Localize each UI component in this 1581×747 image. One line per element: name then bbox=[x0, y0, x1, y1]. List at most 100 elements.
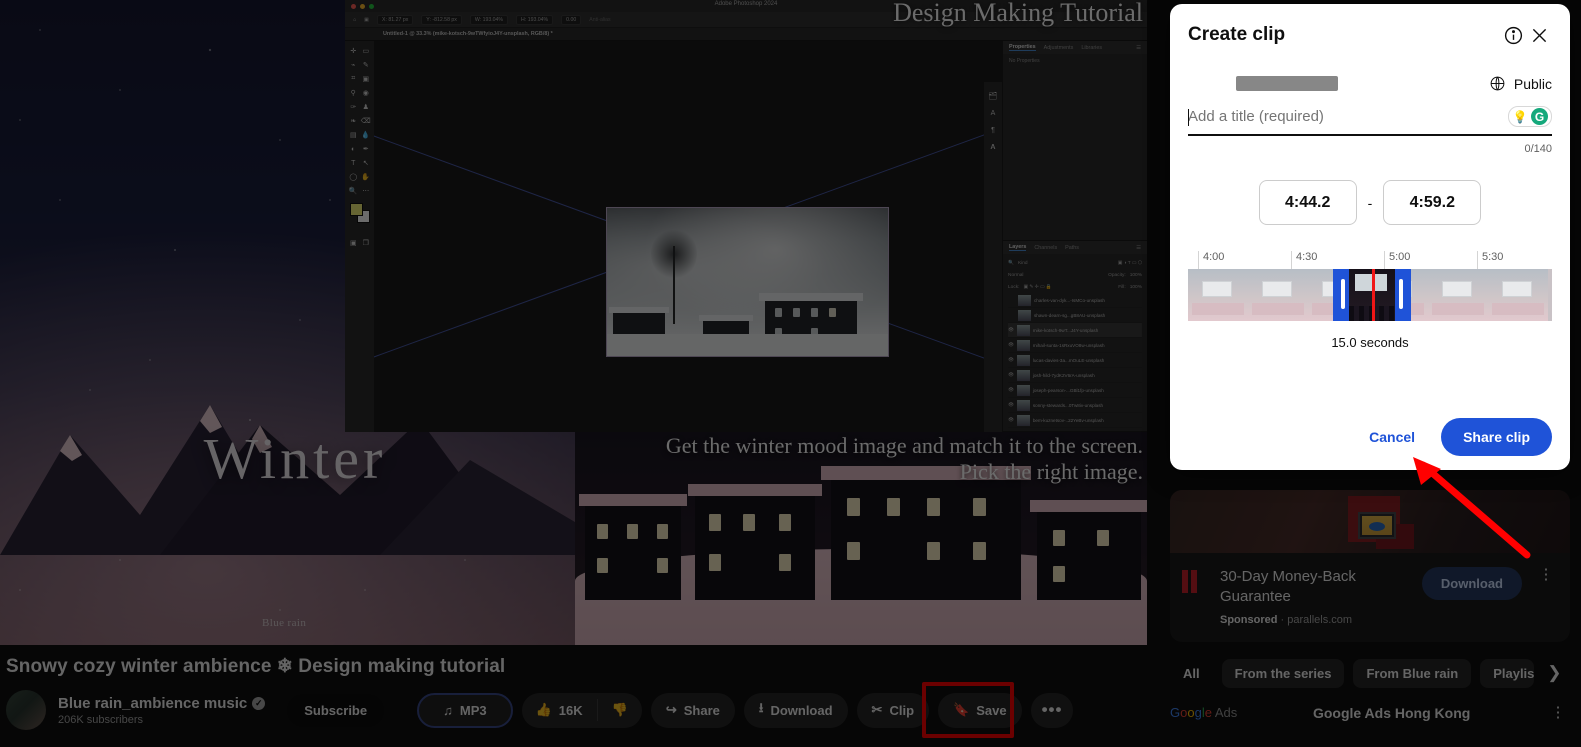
tab-paths[interactable]: Paths bbox=[1065, 245, 1079, 251]
rail-adjust-icon[interactable]: A bbox=[991, 110, 996, 117]
clip-start-time[interactable]: 4:44.2 bbox=[1258, 180, 1357, 225]
ad-thumbnail[interactable] bbox=[1170, 490, 1570, 553]
edit-toolbar-icon[interactable]: ⋯ bbox=[361, 185, 372, 197]
eye-icon[interactable]: 👁 bbox=[1008, 327, 1014, 333]
eye-icon[interactable]: 👁 bbox=[1008, 417, 1014, 423]
chip-from-the-series[interactable]: From the series bbox=[1221, 658, 1345, 688]
properties-panel[interactable]: Properties Adjustments Libraries ☰ No Pr… bbox=[1003, 41, 1147, 241]
photoshop-toolbar[interactable]: ✛ ▭ ⌁ ✎ ⌗ ▣ ⚲ ◉ ✑ ♟ ❧ ⌫ ▤ 💧 ◐ ✒ T ↖ ◯ ✋ … bbox=[345, 41, 374, 432]
tab-libraries[interactable]: Libraries bbox=[1081, 45, 1102, 51]
frame-tool-icon[interactable]: ▣ bbox=[361, 73, 372, 85]
layer-row[interactable]: 👁 mike-kotsch-9wT...J4Y-unsplash bbox=[1008, 323, 1142, 338]
chip-playlist[interactable]: Playlist bbox=[1480, 658, 1535, 688]
arrange-icon[interactable]: ▣ bbox=[364, 17, 369, 23]
download-button[interactable]: ⭳ Download bbox=[743, 692, 848, 728]
ad-download-button[interactable]: Download bbox=[1421, 567, 1522, 600]
mp3-button[interactable]: ♫ MP3 bbox=[417, 692, 513, 728]
clip-button[interactable]: ✂ Clip bbox=[856, 692, 930, 728]
layers-filter-kind[interactable]: Kind bbox=[1018, 261, 1028, 266]
ad-title[interactable]: 30-Day Money-Back Guarantee bbox=[1220, 567, 1410, 608]
avatar[interactable] bbox=[6, 690, 46, 730]
clone-stamp-tool-icon[interactable]: ♟ bbox=[361, 101, 372, 113]
close-icon[interactable] bbox=[1526, 22, 1552, 48]
lasso-tool-icon[interactable]: ⌁ bbox=[348, 59, 359, 71]
fill-value[interactable]: 100% bbox=[1130, 285, 1142, 290]
eye-icon[interactable]: 👁 bbox=[1008, 402, 1014, 408]
option-x[interactable]: X: 81.27 px bbox=[377, 14, 414, 25]
marquee-tool-icon[interactable]: ▭ bbox=[361, 45, 372, 57]
blend-mode-row[interactable]: Normal Opacity: 100% bbox=[1008, 269, 1142, 281]
option-y[interactable]: Y: -812.58 px bbox=[421, 14, 462, 25]
tab-adjustments[interactable]: Adjustments bbox=[1044, 45, 1074, 51]
option-angle[interactable]: 0.00 bbox=[561, 14, 582, 25]
layer-row[interactable]: 👁 sonny-stewards...0Tw8iv-unsplash bbox=[1008, 398, 1142, 413]
layer-row[interactable]: shawn-dearn-sg...gB8AU-unsplash bbox=[1008, 308, 1142, 323]
google-ads-more-vertical-icon[interactable]: ⋮ bbox=[1546, 705, 1570, 720]
eye-icon[interactable]: 👁 bbox=[1008, 372, 1014, 378]
photoshop-right-dock[interactable]: Properties Adjustments Libraries ☰ No Pr… bbox=[1002, 41, 1147, 432]
home-icon[interactable]: ⌂ bbox=[353, 17, 356, 23]
history-brush-tool-icon[interactable]: ❧ bbox=[348, 115, 359, 127]
share-button[interactable]: ↪ Share bbox=[650, 692, 735, 728]
playhead-marker[interactable] bbox=[1372, 269, 1375, 321]
cancel-button[interactable]: Cancel bbox=[1353, 419, 1431, 455]
layer-row[interactable]: 👁 lucas-davies-3a...mOuLE-unsplash bbox=[1008, 353, 1142, 368]
move-tool-icon[interactable]: ✛ bbox=[348, 45, 359, 57]
layers-menu-icon[interactable]: ☰ bbox=[1136, 245, 1141, 251]
eye-icon[interactable]: 👁 bbox=[1008, 357, 1014, 363]
pen-tool-icon[interactable]: ✒ bbox=[361, 143, 372, 155]
layers-list[interactable]: charles-van-dyk...-IsMCo-unsplash shawn-… bbox=[1008, 293, 1142, 428]
spot-heal-tool-icon[interactable]: ◉ bbox=[361, 87, 372, 99]
opacity-value[interactable]: 100% bbox=[1130, 273, 1142, 278]
channel-name[interactable]: Blue rain_ambience music bbox=[58, 695, 247, 712]
timeline-filmstrip[interactable] bbox=[1188, 269, 1552, 321]
visibility-setting[interactable]: Public bbox=[1489, 75, 1552, 92]
screen-mode-icon[interactable]: ❐ bbox=[361, 237, 372, 249]
option-w[interactable]: W: 193.04% bbox=[469, 14, 509, 25]
save-button[interactable]: 🔖 Save bbox=[938, 692, 1022, 728]
crop-tool-icon[interactable]: ⌗ bbox=[348, 73, 359, 85]
layers-filter-row[interactable]: 🔍 Kind ▣ ◑ T ▭ ⬡ bbox=[1008, 257, 1142, 269]
color-swatches[interactable] bbox=[349, 203, 370, 223]
chip-from-blue-rain[interactable]: From Blue rain bbox=[1353, 658, 1472, 688]
hand-tool-icon[interactable]: ✋ bbox=[361, 171, 372, 183]
blend-mode-select[interactable]: Normal bbox=[1008, 273, 1023, 278]
eye-icon[interactable]: 👁 bbox=[1008, 342, 1014, 348]
layer-row[interactable]: 👁 mihail-sunta-1sRxuVO8w-unsplash bbox=[1008, 338, 1142, 353]
chevron-right-icon[interactable]: ❯ bbox=[1543, 663, 1565, 683]
tab-channels[interactable]: Channels bbox=[1034, 245, 1057, 251]
layer-row[interactable]: charles-van-dyk...-IsMCo-unsplash bbox=[1008, 293, 1142, 308]
quick-mask-icon[interactable]: ▣ bbox=[348, 237, 359, 249]
tab-layers[interactable]: Layers bbox=[1009, 244, 1027, 251]
channel-info[interactable]: Blue rain_ambience music ✓ 206K subscrib… bbox=[58, 695, 266, 726]
lock-icons[interactable]: ▣ ✎ ✛ ▭ 🔒 bbox=[1023, 285, 1051, 290]
chip-all[interactable]: All bbox=[1170, 658, 1213, 688]
clip-title-field[interactable]: 💡 G bbox=[1188, 106, 1552, 136]
create-clip-dialog[interactable]: Create clip Public Add a title (required… bbox=[1170, 4, 1570, 470]
layers-panel[interactable]: Layers Channels Paths ☰ 🔍 Kind ▣ ◑ T ▭ ⬡ bbox=[1003, 241, 1147, 432]
clip-timeline[interactable]: 4:00 4:30 5:00 5:30 15.0 seconds bbox=[1188, 251, 1552, 350]
properties-panel-tabs[interactable]: Properties Adjustments Libraries ☰ bbox=[1003, 41, 1147, 54]
blur-tool-icon[interactable]: 💧 bbox=[361, 129, 372, 141]
rail-paragraph-icon[interactable]: ¶ bbox=[991, 127, 995, 134]
option-h[interactable]: H: 193.04% bbox=[516, 14, 554, 25]
layers-panel-tabs[interactable]: Layers Channels Paths ☰ bbox=[1003, 241, 1147, 254]
share-clip-button[interactable]: Share clip bbox=[1441, 418, 1552, 456]
lightbulb-icon[interactable]: 💡 bbox=[1512, 109, 1528, 125]
filter-type-icons[interactable]: ▣ ◑ T ▭ ⬡ bbox=[1118, 261, 1142, 266]
photoshop-icon-rail[interactable]: 🗂 A ¶ 𝐀 bbox=[984, 82, 1002, 432]
more-vertical-icon[interactable]: ⋮ bbox=[1534, 567, 1558, 582]
type-tool-icon[interactable]: T bbox=[348, 157, 359, 169]
video-player[interactable]: Winter Blue rain Adobe Photoshop 2024 ⌂ … bbox=[0, 0, 1147, 645]
lock-row[interactable]: Lock: ▣ ✎ ✛ ▭ 🔒 Fill: 100% bbox=[1008, 281, 1142, 293]
rail-character-icon[interactable]: 𝐀 bbox=[991, 144, 996, 152]
clip-selection-window[interactable] bbox=[1333, 269, 1411, 321]
shape-tool-icon[interactable]: ◯ bbox=[348, 171, 359, 183]
photoshop-canvas[interactable] bbox=[374, 41, 1002, 432]
gradient-tool-icon[interactable]: ▤ bbox=[348, 129, 359, 141]
zoom-tool-icon[interactable]: 🔍 bbox=[348, 185, 359, 197]
eye-icon[interactable]: 👁 bbox=[1008, 387, 1014, 393]
like-button[interactable]: 👍 16K bbox=[522, 702, 597, 718]
tab-properties[interactable]: Properties bbox=[1009, 44, 1036, 51]
canvas-image-preview[interactable] bbox=[606, 207, 889, 357]
